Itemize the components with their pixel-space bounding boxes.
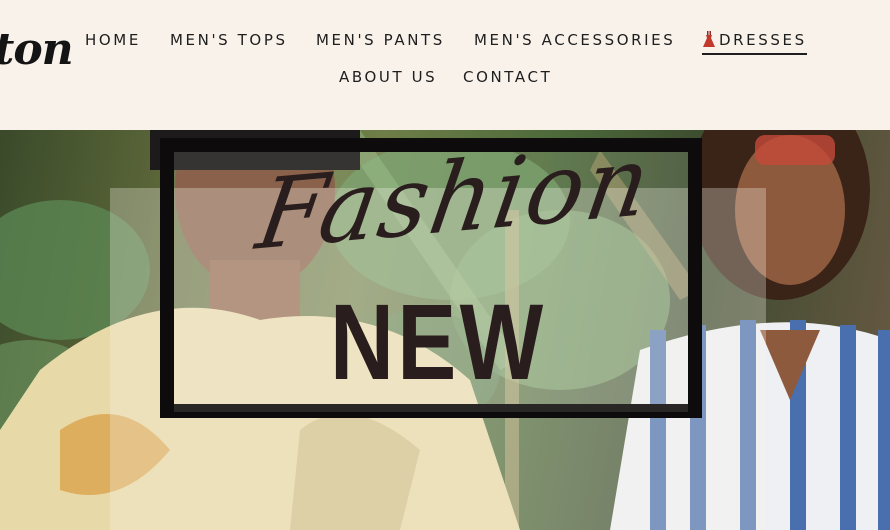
nav-mens-pants[interactable]: MEN'S PANTS (316, 31, 445, 53)
hero-headline: NEW (330, 281, 547, 402)
nav-dresses-label: DRESSES (719, 31, 807, 49)
nav-contact[interactable]: CONTACT (463, 68, 552, 90)
dress-icon (703, 31, 715, 47)
nav-dresses[interactable]: DRESSES (702, 31, 807, 55)
brand-logo[interactable]: ton (0, 24, 74, 75)
nav-home[interactable]: HOME (85, 31, 141, 53)
nav-mens-tops[interactable]: MEN'S TOPS (170, 31, 288, 53)
nav-about-us[interactable]: ABOUT US (339, 68, 437, 90)
nav-mens-accessories[interactable]: MEN'S ACCESSORIES (474, 31, 675, 53)
site-header: ton HOME MEN'S TOPS MEN'S PANTS MEN'S AC… (0, 0, 890, 130)
